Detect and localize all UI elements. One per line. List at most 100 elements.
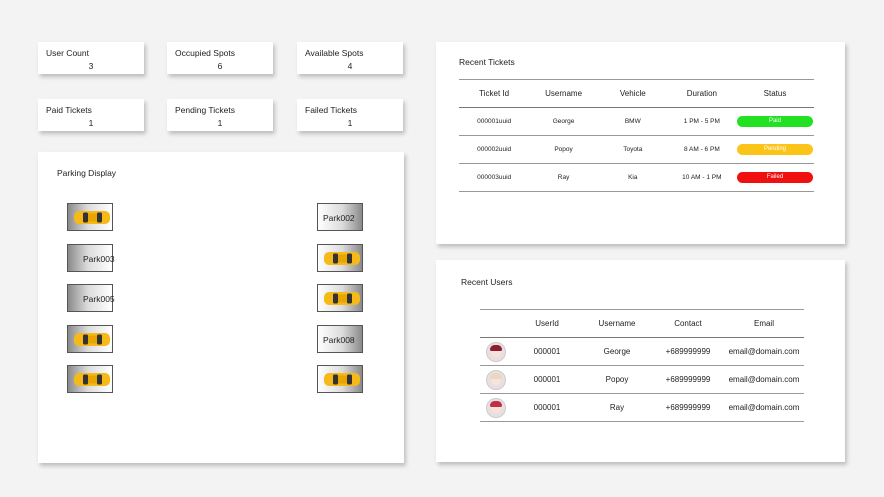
table-cell: Ray — [529, 163, 598, 192]
users-header-row: UserId Username Contact Email — [480, 309, 804, 338]
status-cell: Pending — [735, 135, 814, 164]
tickets-header-row: Ticket Id Username Vehicle Duration Status — [459, 79, 814, 108]
table-cell: email@domain.com — [724, 337, 804, 366]
column-header: Email — [724, 309, 804, 338]
parking-spot-occupied[interactable] — [67, 203, 113, 231]
column-header: Username — [529, 79, 598, 108]
table-cell: 1 PM - 5 PM — [667, 107, 736, 136]
table-cell: 10 AM - 1 PM — [667, 163, 736, 192]
stat-value: 6 — [217, 61, 223, 71]
parking-spot-available[interactable]: Park005 — [67, 284, 115, 312]
stat-value: 1 — [347, 118, 353, 128]
car-icon — [74, 211, 110, 224]
stat-value: 1 — [217, 118, 223, 128]
stat-label: Paid Tickets — [46, 105, 92, 115]
table-row[interactable]: 000001 George +689999999 email@domain.com — [480, 337, 804, 366]
table-cell: 000002uuid — [459, 135, 530, 164]
car-icon — [74, 373, 110, 386]
column-header: Username — [582, 309, 652, 338]
column-header: Status — [735, 79, 814, 108]
parking-spot-available[interactable]: Park008 — [317, 324, 363, 353]
column-header: Contact — [652, 309, 724, 338]
table-cell: +689999999 — [652, 337, 724, 366]
car-icon — [324, 373, 360, 386]
column-header: Vehicle — [597, 79, 668, 108]
parking-spot-available[interactable]: Park002 — [317, 203, 363, 231]
stat-label: Available Spots — [305, 48, 364, 58]
stat-label: Occupied Spots — [175, 48, 236, 58]
status-cell: Failed — [735, 163, 814, 192]
table-cell: +689999999 — [652, 365, 724, 394]
users-table: UserId Username Contact Email 000001 George +… — [480, 309, 804, 422]
car-icon — [324, 251, 360, 265]
table-cell: Toyota — [597, 135, 668, 164]
user-avatar-icon[interactable] — [486, 397, 506, 418]
recent-tickets-panel: Recent Tickets Ticket Id Username Vehicle D… — [436, 42, 845, 244]
column-header — [480, 309, 512, 338]
avatar-cell — [480, 365, 512, 394]
stat-label: User Count — [46, 48, 89, 58]
stat-card-pending-tickets: Pending Tickets 1 — [167, 99, 273, 131]
table-cell: Popoy — [529, 135, 598, 164]
parking-spot-label: Park003 — [83, 253, 115, 264]
stat-card-occupied-spots: Occupied Spots 6 — [167, 42, 273, 74]
table-cell: Popoy — [582, 365, 652, 394]
parking-spot-occupied[interactable] — [67, 365, 113, 393]
recent-users-title: Recent Users — [461, 277, 513, 287]
table-cell: Kia — [597, 163, 668, 192]
status-badge: Paid — [736, 116, 813, 127]
recent-tickets-title: Recent Tickets — [459, 57, 515, 67]
avatar-cell — [480, 337, 512, 366]
car-icon — [74, 332, 110, 346]
table-cell: 000001uuid — [459, 107, 530, 136]
status-cell: Paid — [735, 107, 814, 136]
column-header: UserId — [512, 309, 582, 338]
table-row[interactable]: 000002uuid Popoy Toyota 8 AM - 6 PM Pending — [459, 135, 814, 164]
table-cell: George — [529, 107, 598, 136]
parking-spot-occupied[interactable] — [317, 243, 363, 272]
car-icon — [324, 292, 360, 305]
table-row[interactable]: 000001 Ray +689999999 email@domain.com — [480, 393, 804, 422]
avatar-cell — [480, 393, 512, 422]
status-badge: Pending — [736, 144, 813, 155]
table-cell: 000001 — [512, 393, 582, 422]
column-header: Duration — [667, 79, 736, 108]
table-row[interactable]: 000001uuid George BMW 1 PM - 5 PM Paid — [459, 107, 814, 136]
parking-spot-occupied[interactable] — [317, 365, 363, 393]
column-header: Ticket Id — [459, 79, 530, 108]
table-cell: Ray — [582, 393, 652, 422]
table-cell: BMW — [597, 107, 668, 136]
stat-label: Pending Tickets — [175, 105, 236, 115]
stat-value: 4 — [347, 61, 353, 71]
table-cell: George — [582, 337, 652, 366]
table-row[interactable]: 000001 Popoy +689999999 email@domain.com — [480, 365, 804, 394]
parking-spot-occupied[interactable] — [317, 284, 363, 312]
stat-card-available-spots: Available Spots 4 — [297, 42, 403, 74]
tickets-table: Ticket Id Username Vehicle Duration Status 0… — [459, 79, 814, 192]
parking-spot-label: Park008 — [323, 334, 355, 345]
table-cell: +689999999 — [652, 393, 724, 422]
table-cell: email@domain.com — [724, 393, 804, 422]
table-cell: 8 AM - 6 PM — [667, 135, 736, 164]
recent-users-panel: Recent Users UserId Username Contact Email … — [436, 260, 845, 462]
stat-card-paid-tickets: Paid Tickets 1 — [38, 99, 144, 131]
stat-card-failed-tickets: Failed Tickets 1 — [297, 99, 403, 131]
parking-display-panel: Parking Display Park002 Park003 Park005 Par… — [38, 152, 404, 463]
stat-value: 3 — [88, 61, 94, 71]
table-cell: 000001 — [512, 365, 582, 394]
stat-label: Failed Tickets — [305, 105, 357, 115]
parking-spot-label: Park005 — [83, 294, 115, 304]
parking-spot-label: Park002 — [323, 213, 355, 223]
status-badge: Failed — [736, 172, 813, 183]
table-cell: 000003uuid — [459, 163, 530, 192]
stat-value: 1 — [88, 118, 94, 128]
parking-spot-available[interactable]: Park003 — [67, 243, 115, 272]
table-cell: 000001 — [512, 337, 582, 366]
user-avatar-icon[interactable] — [486, 369, 506, 390]
table-row[interactable]: 000003uuid Ray Kia 10 AM - 1 PM Failed — [459, 163, 814, 192]
stat-card-user-count: User Count 3 — [38, 42, 144, 74]
user-avatar-icon[interactable] — [486, 341, 506, 362]
parking-spot-occupied[interactable] — [67, 324, 113, 353]
table-cell: email@domain.com — [724, 365, 804, 394]
parking-display-title: Parking Display — [57, 168, 117, 178]
